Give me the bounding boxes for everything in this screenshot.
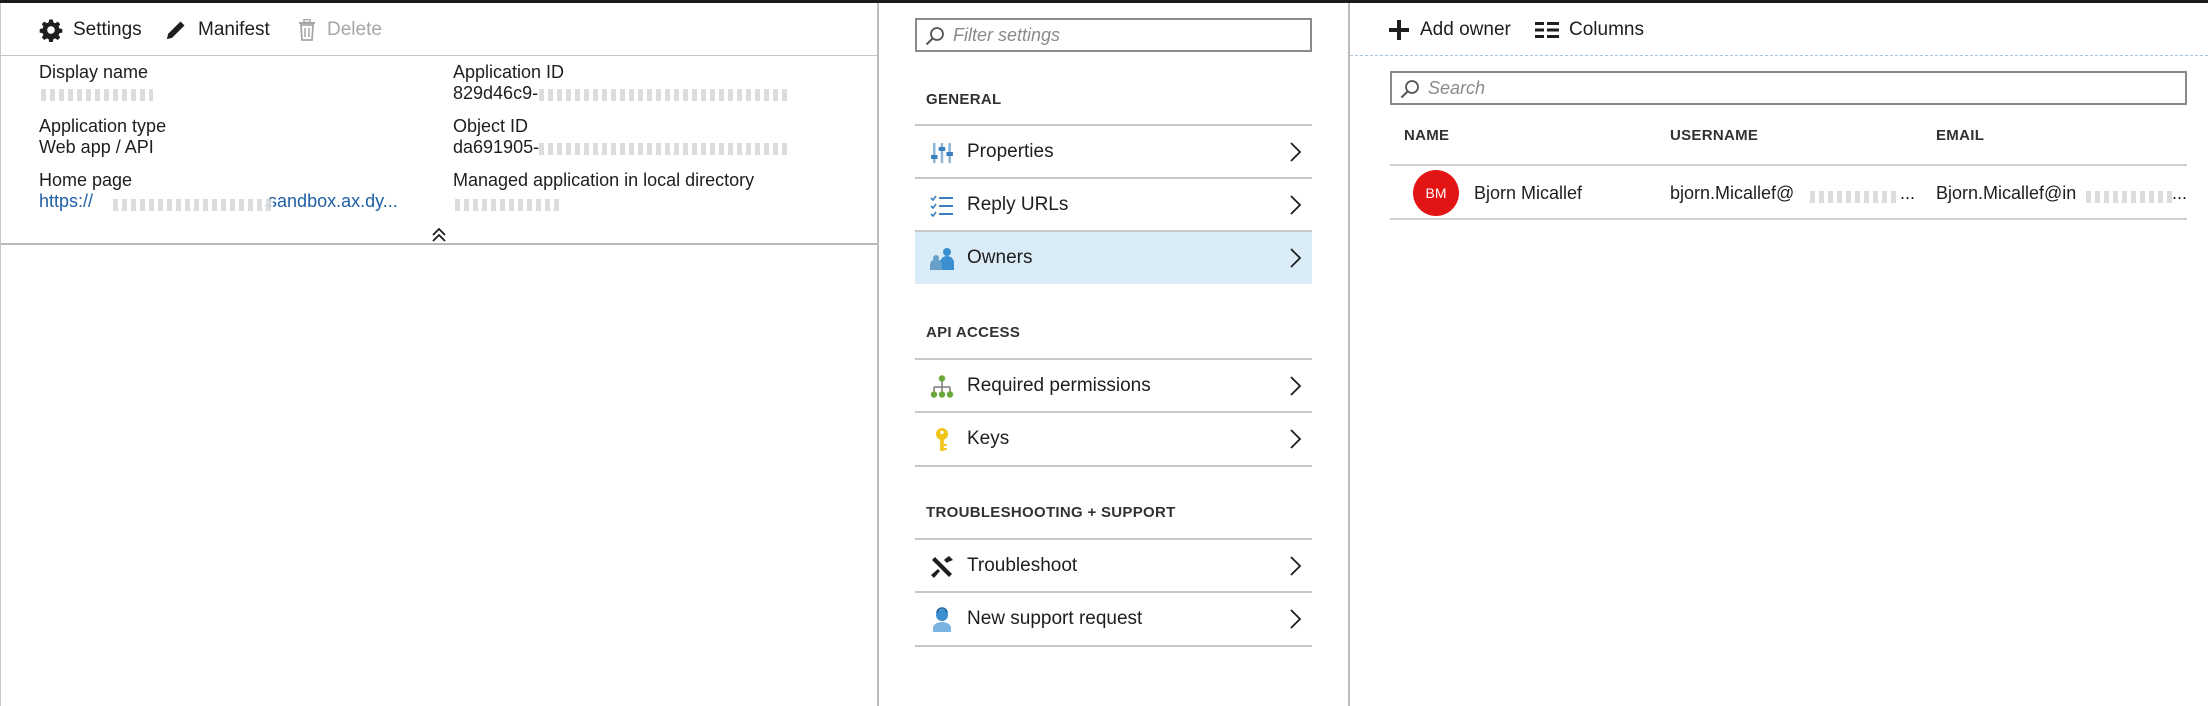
key-icon (936, 428, 948, 451)
settings-label: Settings (73, 19, 142, 40)
owners-command-bar: Add owner Columns (1350, 3, 2208, 56)
plus-icon (1389, 20, 1409, 40)
username-ellipsis: ... (1900, 183, 1916, 203)
chevron-right-icon (1290, 429, 1302, 449)
table-header-border (1390, 164, 2187, 166)
menu-label-troubleshoot: Troubleshoot (967, 555, 1078, 576)
object-id-value: da691905- (453, 137, 540, 157)
application-blade: Settings Manifest Delete Display name Ap… (0, 3, 878, 706)
manifest-button[interactable]: Manifest (164, 16, 270, 44)
troubleshoot-icon (931, 556, 953, 578)
settings-button[interactable]: Settings (39, 16, 142, 44)
chevron-right-icon (1290, 195, 1302, 215)
redacted-managed-app (455, 199, 563, 211)
menu-item-owners[interactable]: Owners (915, 230, 1312, 284)
menu-label-properties: Properties (967, 141, 1054, 162)
owners-search-box[interactable] (1390, 71, 2187, 105)
reply-urls-icon (930, 195, 953, 218)
managed-app-label: Managed application in local directory (453, 170, 755, 190)
collapse-essentials-icon[interactable] (428, 225, 450, 245)
menu-item-troubleshoot[interactable]: Troubleshoot (915, 538, 1312, 592)
filter-settings-box[interactable] (915, 18, 1312, 52)
application-type-label: Application type (39, 116, 167, 136)
column-header-username[interactable]: USERNAME (1670, 127, 1758, 144)
menu-item-new-support-request[interactable]: New support request (915, 591, 1312, 647)
application-type-value: Web app / API (39, 137, 154, 157)
pencil-icon (167, 21, 185, 39)
support-request-icon (933, 607, 951, 632)
manifest-label: Manifest (198, 19, 270, 40)
columns-label: Columns (1569, 19, 1644, 40)
chevron-right-icon (1290, 142, 1302, 162)
redacted-object-id (539, 143, 787, 155)
section-title-general: GENERAL (926, 91, 1002, 108)
trash-icon (299, 19, 315, 41)
menu-item-keys[interactable]: Keys (915, 411, 1312, 467)
menu-item-required-permissions[interactable]: Required permissions (915, 358, 1312, 412)
home-page-label: Home page (39, 170, 133, 190)
search-icon (925, 27, 944, 46)
redacted-display-name (41, 89, 153, 101)
add-owner-label: Add owner (1420, 19, 1511, 40)
application-id-label: Application ID (453, 62, 565, 82)
menu-label-new-support-request: New support request (967, 608, 1143, 629)
menu-item-reply-urls[interactable]: Reply URLs (915, 177, 1312, 231)
redacted-home-page (113, 199, 273, 211)
avatar: BM (1413, 170, 1459, 216)
menu-item-properties[interactable]: Properties (915, 124, 1312, 178)
redacted-email (2086, 191, 2172, 203)
filter-settings-input[interactable] (953, 20, 1303, 50)
home-page-link-end: .sandbox.ax.dy... (263, 191, 398, 211)
add-owner-button[interactable]: Add owner (1388, 16, 1511, 44)
chevron-right-icon (1290, 556, 1302, 576)
owners-search-input[interactable] (1428, 73, 2168, 103)
object-id-label: Object ID (453, 116, 529, 136)
menu-label-required-permissions: Required permissions (967, 375, 1151, 396)
menu-label-owners: Owners (967, 247, 1033, 268)
redacted-username (1810, 191, 1900, 203)
redacted-application-id (539, 89, 789, 101)
delete-label: Delete (327, 19, 382, 40)
owners-blade: Add owner Columns NAME USERNAME EMAIL BM… (1350, 3, 2208, 706)
permissions-icon (930, 375, 954, 398)
owner-name: Bjorn Micallef (1474, 183, 1583, 203)
delete-button[interactable]: Delete (297, 16, 382, 44)
chevron-right-icon (1290, 248, 1302, 268)
home-page-link-start: https:// (39, 191, 94, 211)
gear-icon (39, 19, 63, 42)
search-icon (1400, 80, 1419, 99)
application-id-value: 829d46c9- (453, 83, 539, 103)
owners-icon (930, 248, 954, 270)
application-command-bar: Settings Manifest Delete (1, 3, 878, 56)
settings-blade: GENERAL Properties Reply URLs (879, 3, 1349, 706)
column-header-email[interactable]: EMAIL (1936, 127, 1984, 144)
owner-email: Bjorn.Micallef@in (1936, 183, 2077, 203)
menu-label-reply-urls: Reply URLs (967, 194, 1069, 215)
section-title-troubleshooting: TROUBLESHOOTING + SUPPORT (926, 504, 1176, 521)
owner-username: bjorn.Micallef@ (1670, 183, 1795, 203)
section-title-api-access: API ACCESS (926, 324, 1021, 341)
column-header-name[interactable]: NAME (1404, 127, 1449, 144)
columns-icon (1535, 22, 1559, 38)
table-row-border (1390, 218, 2187, 220)
chevron-right-icon (1290, 609, 1302, 629)
chevron-right-icon (1290, 376, 1302, 396)
properties-icon (931, 143, 953, 163)
columns-button[interactable]: Columns (1535, 16, 1644, 44)
email-ellipsis: ... (2172, 183, 2188, 203)
menu-label-keys: Keys (967, 428, 1010, 449)
display-name-label: Display name (39, 62, 149, 82)
essentials-bottom-border (1, 243, 878, 245)
